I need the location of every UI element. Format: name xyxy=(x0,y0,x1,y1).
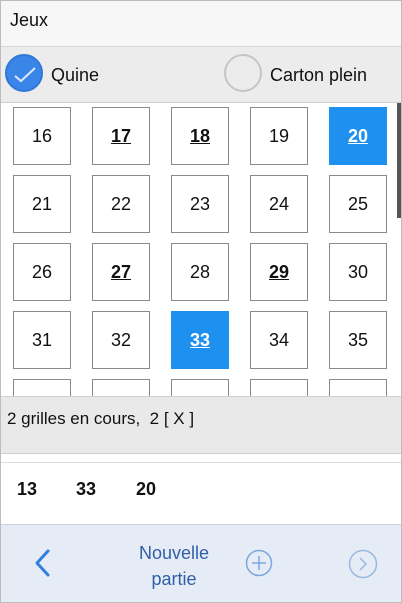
new-game-label-line2: partie xyxy=(151,569,197,589)
number-cell[interactable] xyxy=(329,379,387,396)
number-grid[interactable]: 16 17 18 19 20 21 22 23 24 25 26 27 28 29 30 31 32 33 34 35 xyxy=(1,103,401,396)
number-cell[interactable] xyxy=(13,379,71,396)
app-frame: Jeux Quine Carton plein 16 17 18 19 20 21 22 23… xyxy=(0,0,402,603)
status-bar: 2 grilles en cours, 2 [ X ] xyxy=(1,396,401,454)
bottom-toolbar: Nouvelle partie xyxy=(1,524,401,602)
status-text: 2 grilles en cours, 2 [ X ] xyxy=(7,409,195,428)
number-cell[interactable]: 17 xyxy=(92,107,150,165)
number-cell[interactable]: 16 xyxy=(13,107,71,165)
number-cell[interactable]: 21 xyxy=(13,175,71,233)
number-cell[interactable]: 32 xyxy=(92,311,150,369)
back-icon[interactable] xyxy=(29,545,55,581)
checkmark-icon xyxy=(14,67,36,83)
page-title: Jeux xyxy=(10,10,49,30)
number-cell[interactable]: 20 xyxy=(329,107,387,165)
carton-plein-label[interactable]: Carton plein xyxy=(270,65,367,86)
new-game-label-line1: Nouvelle xyxy=(138,543,210,563)
number-cell[interactable]: 18 xyxy=(171,107,229,165)
number-cell[interactable]: 27 xyxy=(92,243,150,301)
number-cell[interactable] xyxy=(250,379,308,396)
number-cell[interactable]: 19 xyxy=(250,107,308,165)
number-cell[interactable] xyxy=(171,379,229,396)
number-cell[interactable]: 22 xyxy=(92,175,150,233)
number-cell[interactable]: 25 xyxy=(329,175,387,233)
quine-radio[interactable] xyxy=(5,54,43,92)
title-bar: Jeux xyxy=(1,1,401,47)
drawn-numbers: 13 33 20 xyxy=(1,462,401,524)
number-cell[interactable]: 24 xyxy=(250,175,308,233)
drawn-number: 13 xyxy=(17,479,38,499)
add-icon[interactable] xyxy=(245,549,273,577)
new-game-button[interactable]: Nouvelle partie xyxy=(121,540,227,592)
next-icon[interactable] xyxy=(348,549,378,579)
number-cell[interactable]: 33 xyxy=(171,311,229,369)
number-cell[interactable]: 29 xyxy=(250,243,308,301)
grid-scrollbar[interactable] xyxy=(397,103,401,218)
drawn-number: 33 xyxy=(76,479,97,499)
number-cell[interactable] xyxy=(92,379,150,396)
number-cell[interactable]: 28 xyxy=(171,243,229,301)
drawn-number: 20 xyxy=(136,479,157,499)
number-cell[interactable]: 35 xyxy=(329,311,387,369)
number-cell[interactable]: 26 xyxy=(13,243,71,301)
number-cell[interactable]: 31 xyxy=(13,311,71,369)
game-mode-bar: Quine Carton plein xyxy=(1,47,401,103)
number-cell[interactable]: 30 xyxy=(329,243,387,301)
carton-plein-radio[interactable] xyxy=(224,54,262,92)
number-cell[interactable]: 34 xyxy=(250,311,308,369)
quine-label[interactable]: Quine xyxy=(51,65,99,86)
number-cell[interactable]: 23 xyxy=(171,175,229,233)
